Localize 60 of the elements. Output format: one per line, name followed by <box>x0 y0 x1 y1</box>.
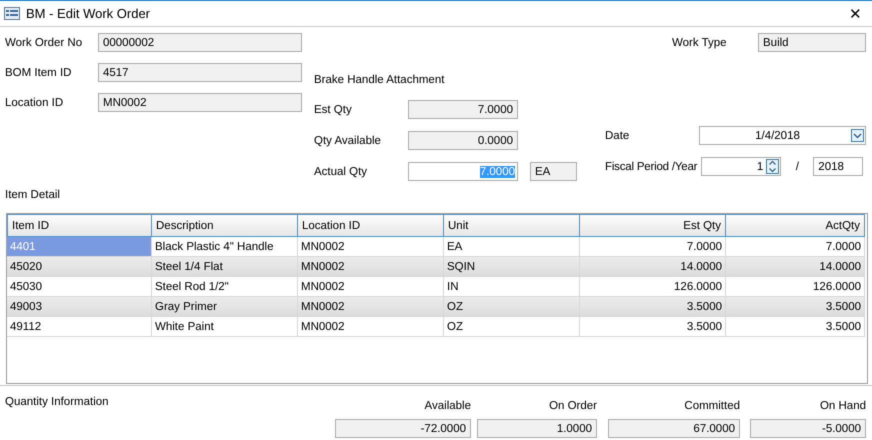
table-cell: 3.5000 <box>580 297 726 317</box>
field-label: Qty Available <box>314 134 382 148</box>
table-cell: MN0002 <box>298 317 444 337</box>
qty-available-field[interactable]: 0.0000 <box>408 131 518 150</box>
est-qty-field[interactable]: 7.0000 <box>408 100 518 119</box>
work-order-field[interactable]: 00000002 <box>98 33 302 52</box>
item-id-field[interactable]: 4517 <box>98 63 302 82</box>
window-title: BM - Edit Work Order <box>26 6 150 21</box>
year-field[interactable]: 2018 <box>813 157 864 176</box>
form-icon <box>4 7 20 20</box>
table-cell: 3.5000 <box>726 317 865 337</box>
period-spinner[interactable]: 1 <box>701 157 782 176</box>
column-header[interactable]: ActQty <box>726 214 865 237</box>
quantity-field: 67.0000 <box>608 419 740 438</box>
field-label: Fiscal Period /Year <box>605 160 698 174</box>
table-cell: 4401 <box>7 237 152 257</box>
field-label: Est Qty <box>314 102 353 118</box>
field-label: On Order <box>549 400 597 414</box>
section-label: Item Detail <box>5 189 60 201</box>
column-header[interactable]: Est Qty <box>580 214 726 237</box>
table-cell: MN0002 <box>298 297 444 317</box>
quantity-field: 1.0000 <box>477 419 597 438</box>
item-description: Brake Handle Attachment <box>314 72 444 88</box>
table-cell: Steel 1/4 Flat <box>152 257 298 277</box>
field-label: Actual Qty <box>314 164 368 180</box>
table-cell: 45020 <box>7 257 152 277</box>
table-cell: 49003 <box>7 297 152 317</box>
field-label: On Hand <box>820 400 866 414</box>
table-cell: Gray Primer <box>152 297 298 317</box>
work-type-field[interactable]: Build <box>758 33 866 52</box>
table-cell: SQIN <box>444 257 580 277</box>
close-button[interactable]: ✕ <box>845 4 866 22</box>
spinner-arrows-icon[interactable] <box>766 159 780 174</box>
column-header[interactable]: Location ID <box>298 214 444 237</box>
table-cell: 3.5000 <box>726 297 865 317</box>
table-cell: 49112 <box>7 317 152 337</box>
unit-field: EA <box>530 162 577 181</box>
table-cell: OZ <box>444 317 580 337</box>
table-cell: 14.0000 <box>580 257 726 277</box>
table-cell: OZ <box>444 297 580 317</box>
location-field[interactable]: MN0002 <box>98 93 302 112</box>
field-label: Work Order No <box>5 36 84 50</box>
field-label: Available <box>424 400 471 414</box>
field-label: Work Type <box>672 36 728 50</box>
table-cell: 3.5000 <box>580 317 726 337</box>
column-header[interactable]: Item ID <box>7 214 152 237</box>
quantity-field: -72.0000 <box>335 419 471 438</box>
section-label: Quantity Information <box>5 396 110 410</box>
field-label: Committed <box>684 400 740 414</box>
table-cell: White Paint <box>152 317 298 337</box>
separator-text: / <box>794 160 800 172</box>
column-header[interactable]: Unit <box>444 214 580 237</box>
field-label: Location ID <box>5 96 64 110</box>
table-cell: MN0002 <box>298 257 444 277</box>
table-cell: 14.0000 <box>726 257 865 277</box>
field-label: BOM Item ID <box>5 66 72 80</box>
field-label: Date <box>605 128 630 144</box>
quantity-field: -5.0000 <box>750 419 866 438</box>
date-field[interactable]: 1/4/2018 <box>699 126 866 145</box>
column-header[interactable]: Description <box>152 214 298 237</box>
